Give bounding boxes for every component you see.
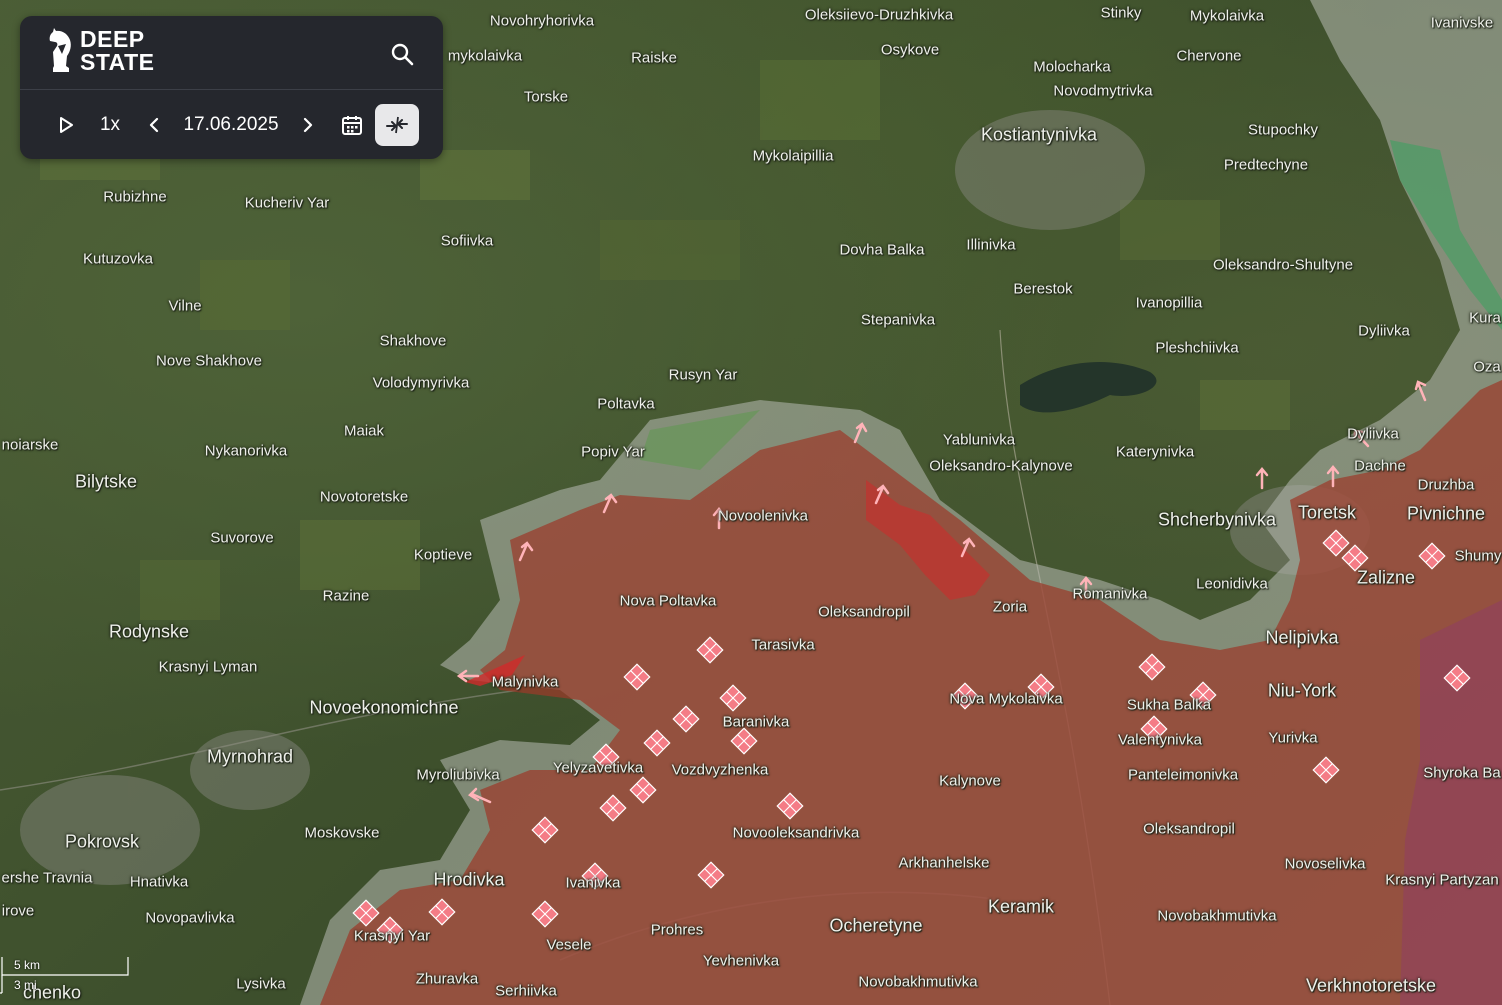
calendar-icon xyxy=(342,116,362,135)
next-date-button[interactable] xyxy=(296,104,320,146)
advance-arrow xyxy=(1255,467,1269,490)
prev-date-button[interactable] xyxy=(142,104,166,146)
scale-km: 5 km xyxy=(14,958,41,972)
play-icon xyxy=(60,117,73,133)
speed-button[interactable]: 1x xyxy=(94,104,126,146)
logo-line-2: STATE xyxy=(80,49,155,75)
play-button[interactable] xyxy=(52,104,80,146)
chevron-left-icon xyxy=(149,117,159,133)
reservoir xyxy=(1020,362,1157,413)
knight-logo-icon xyxy=(49,28,71,72)
control-panel: DEEP STATE 1x 17.06.2025 xyxy=(20,16,443,159)
panel-divider xyxy=(20,89,443,90)
search-button[interactable] xyxy=(382,36,422,72)
deepstate-logo[interactable]: DEEP STATE xyxy=(48,28,154,74)
scale-bar: 5 km 3 mi xyxy=(0,955,140,995)
compare-button[interactable] xyxy=(375,104,419,146)
compare-arrows-icon xyxy=(386,116,408,134)
calendar-button[interactable] xyxy=(338,104,366,146)
logo-line-1: DEEP xyxy=(80,26,145,52)
search-icon xyxy=(391,43,414,66)
chevron-right-icon xyxy=(303,117,313,133)
current-date[interactable]: 17.06.2025 xyxy=(178,104,284,146)
scale-mi: 3 mi xyxy=(14,978,37,992)
